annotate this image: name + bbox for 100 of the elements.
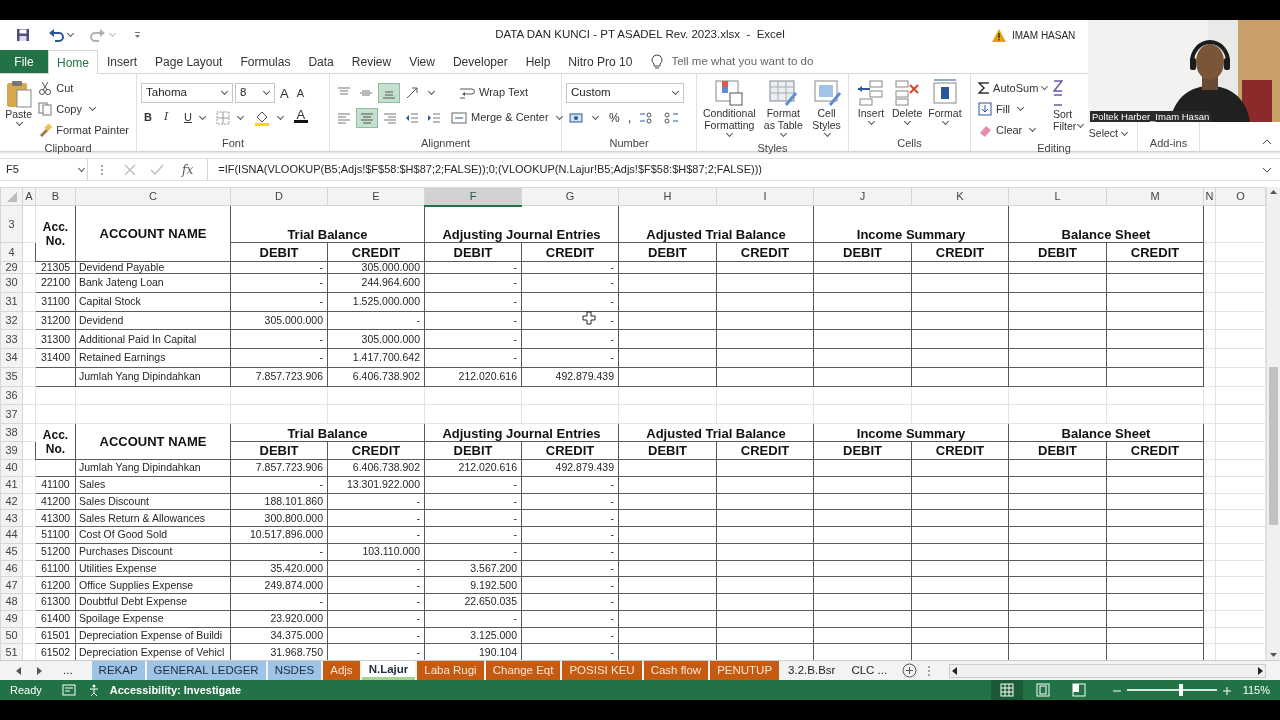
column-header[interactable]: M	[1106, 187, 1204, 206]
ribbon-tab[interactable]: View	[400, 50, 444, 73]
table-cell: 10.517.896.000	[230, 526, 328, 544]
column-header[interactable]: A	[22, 187, 36, 206]
ribbon-tab[interactable]: Home	[48, 50, 98, 74]
copy-button[interactable]: Copy	[35, 99, 132, 119]
column-header[interactable]: K	[911, 187, 1009, 206]
number-format-field[interactable]: Custom	[566, 82, 684, 103]
sheet-tab[interactable]: GENERAL LEDGER	[146, 661, 266, 680]
format-cells-button[interactable]: Format	[925, 76, 965, 135]
merge-center-button[interactable]: Merge & Center	[448, 107, 568, 128]
comma-button[interactable]: ,	[624, 107, 635, 128]
sheet-tab[interactable]: PENUTUP	[710, 661, 780, 680]
paste-button[interactable]: Paste	[4, 76, 34, 140]
underline-button[interactable]: U	[181, 107, 211, 128]
ribbon-tab[interactable]: Developer	[443, 50, 517, 73]
select-button[interactable]: Select	[1085, 127, 1133, 140]
table-cell: -	[230, 329, 328, 349]
column-header[interactable]: B	[35, 187, 76, 206]
sheet-tab[interactable]: REKAP	[91, 661, 145, 680]
column-header[interactable]: E	[327, 187, 425, 206]
cut-button[interactable]: Cut	[35, 78, 132, 98]
table-cell: Sales	[75, 476, 231, 493]
group-label: Alignment	[420, 136, 471, 151]
formula-field[interactable]: =IF(ISNA(VLOOKUP(B5;Adjs!$F$58:$H$87;2;FALSE));0;(VLOOKUP(N.Lajur!B5;Adjs!$F$58:$H$87;2;FALSE)))	[207, 159, 1254, 180]
ribbon-tab[interactable]: Page Layout	[146, 50, 232, 73]
sheet-tab[interactable]: Laba Rugi	[417, 661, 484, 680]
column-header[interactable]: L	[1008, 187, 1107, 206]
cell-styles-button[interactable]: Cell Styles	[809, 76, 844, 140]
insert-function-button[interactable]: fx	[176, 159, 200, 180]
column-header[interactable]: C	[75, 187, 231, 206]
format-as-table-button[interactable]: Format as Table	[759, 76, 808, 140]
autosum-button[interactable]: AutoSum	[975, 78, 1053, 98]
group-label: Add-ins	[1148, 136, 1189, 151]
wrap-text-button[interactable]: Wrap Text	[456, 82, 532, 103]
ribbon-tab[interactable]: Review	[342, 50, 401, 73]
clear-button[interactable]: Clear	[975, 120, 1053, 140]
table-cell: 300.800.000	[230, 509, 328, 527]
sort-filter-button[interactable]: Sort Filter	[1053, 76, 1080, 140]
font-size-field[interactable]: 8	[235, 82, 275, 103]
file-tab[interactable]: File	[0, 50, 48, 73]
accessibility-button[interactable]: Accessibility: Investigate	[103, 680, 248, 700]
table-cell: -	[521, 493, 619, 510]
zoom-level[interactable]: 115%	[1242, 681, 1270, 699]
ribbon-tab[interactable]: Nitro Pro 10	[559, 50, 642, 73]
column-header[interactable]: J	[813, 187, 912, 206]
table-cell: Sales Discount	[75, 493, 231, 510]
sheet-tab[interactable]: CLC ...	[844, 661, 895, 680]
font-name-field[interactable]: Tahoma	[141, 82, 233, 103]
conditional-formatting-button[interactable]: Conditional Formatting	[701, 76, 758, 140]
column-header[interactable]: G	[521, 187, 619, 206]
search-field[interactable]: Tell me what you want to do	[669, 51, 870, 72]
row-header[interactable]: 3	[0, 205, 23, 243]
table-cell: 249.874.000	[230, 576, 328, 594]
sheet-tab[interactable]: NSDES	[267, 661, 322, 680]
insert-cells-button[interactable]: Insert	[853, 76, 889, 135]
table-cell: -	[230, 348, 328, 368]
column-header: Acc. No.	[35, 205, 76, 262]
sheet-tab[interactable]: 3.2.B.Bsr	[781, 661, 843, 680]
table-cell: -	[424, 329, 522, 349]
table-cell: -	[424, 273, 522, 293]
ribbon-tab[interactable]: Insert	[98, 50, 147, 73]
table-cell: Depreciation Expense of Buildi	[75, 627, 231, 644]
italic-button[interactable]: I	[161, 107, 179, 128]
sheet-tab[interactable]: Change Eqt	[485, 661, 561, 680]
column-header: DEBIT	[424, 441, 522, 460]
table-cell: 34.375.000	[230, 627, 328, 644]
shrink-font-button[interactable]: A	[293, 82, 307, 103]
account-name: IMAM HASAN	[1012, 28, 1076, 43]
percent-button[interactable]: %	[606, 107, 623, 128]
delete-cells-button[interactable]: Delete	[889, 76, 926, 135]
table-cell: 61400	[35, 610, 76, 627]
table-cell: Jumlah Yang Dipindahkan	[75, 459, 231, 477]
more-sheets-button[interactable]: ...	[56, 661, 80, 680]
column-header[interactable]: I	[716, 187, 814, 206]
sheet-tab[interactable]: POSISI KEU	[562, 661, 642, 680]
sheet-tab[interactable]: Cash flow	[643, 661, 709, 680]
sheet-tab[interactable]: N.Lajur	[361, 661, 416, 680]
column-header: DEBIT	[1008, 441, 1107, 460]
table-cell: -	[521, 261, 619, 274]
sheet-tab[interactable]: Adjs	[323, 661, 360, 680]
bold-button[interactable]: B	[141, 107, 159, 128]
column-header[interactable]: F	[424, 187, 522, 206]
column-header: ACCOUNT NAME	[75, 423, 231, 460]
column-header[interactable]: D	[230, 187, 328, 206]
table-cell: -	[327, 311, 425, 330]
ribbon-tab[interactable]: Help	[516, 50, 560, 73]
table-cell: 31400	[35, 348, 76, 368]
column-header[interactable]: O	[1215, 187, 1266, 206]
fill-button[interactable]: Fill	[975, 99, 1053, 119]
table-cell: Retained Earnings	[75, 348, 231, 368]
participant-name: Poltek Harber_Imam Hasan	[1090, 111, 1212, 122]
format-painter-button[interactable]: Format Painter	[35, 120, 132, 140]
table-cell: 492.879.439	[521, 459, 619, 477]
ribbon-tab[interactable]: Data	[299, 50, 343, 73]
ribbon-tab[interactable]: Formulas	[231, 50, 300, 73]
name-box[interactable]: F5	[0, 159, 88, 180]
column-header[interactable]: H	[618, 187, 717, 206]
font-color-button[interactable]: A	[290, 107, 311, 128]
grow-font-button[interactable]: A	[277, 82, 292, 103]
